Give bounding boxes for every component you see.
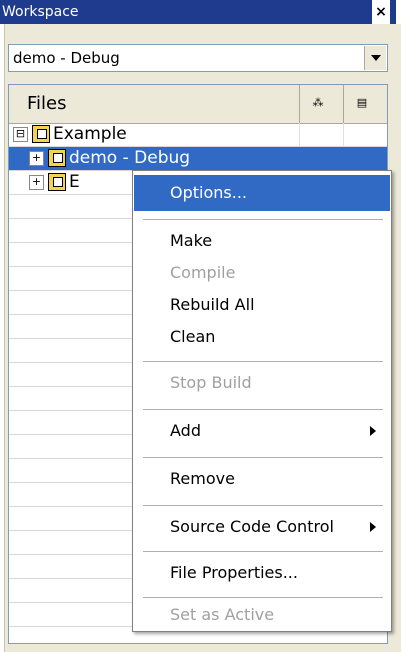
column-divider	[299, 123, 300, 146]
menu-item-compile: Compile	[134, 255, 390, 291]
menu-item-label: Source Code Control	[170, 517, 334, 536]
tree-node-label: Example	[53, 124, 127, 144]
menu-item-source-code-control[interactable]: Source Code Control	[134, 509, 390, 545]
menu-item-set-as-active: Set as Active	[134, 597, 390, 633]
window-title: Workspace	[2, 4, 79, 20]
chevron-down-icon[interactable]	[364, 46, 386, 70]
configuration-value: demo - Debug	[13, 49, 120, 67]
menu-item-label: Stop Build	[170, 373, 252, 392]
collapse-icon[interactable]: ⊟	[13, 126, 28, 142]
menu-item-stop-build: Stop Build	[134, 365, 390, 401]
menu-separator	[143, 361, 383, 362]
tree-node-demo-debug[interactable]: + demo - Debug	[29, 148, 190, 168]
expand-icon[interactable]: +	[29, 174, 44, 190]
project-icon	[48, 149, 66, 167]
menu-item-file-properties[interactable]: File Properties...	[134, 555, 390, 591]
column-options-icon: ▤	[356, 96, 368, 109]
menu-separator	[143, 409, 383, 410]
menu-item-label: Set as Active	[170, 605, 275, 624]
menu-separator	[143, 457, 383, 458]
column-header-options[interactable]: ▤	[343, 85, 381, 123]
menu-item-add[interactable]: Add	[134, 413, 390, 449]
submenu-arrow-icon	[370, 426, 376, 436]
configuration-dropdown[interactable]: demo - Debug	[8, 44, 388, 72]
tree-node-example[interactable]: ⊟ Example	[13, 124, 127, 144]
expand-icon[interactable]: +	[29, 150, 44, 166]
menu-item-rebuild-all[interactable]: Rebuild All	[134, 287, 390, 323]
context-menu: Options... Make Compile Rebuild All Clea…	[132, 170, 392, 632]
menu-item-options[interactable]: Options...	[134, 175, 390, 211]
close-icon[interactable]: ×	[372, 0, 390, 24]
tree-row-selected[interactable]: + demo - Debug	[9, 147, 387, 171]
menu-item-label: Compile	[170, 263, 236, 282]
tree-node-label: E	[69, 172, 80, 192]
menu-separator	[143, 219, 383, 220]
menu-item-clean[interactable]: Clean	[134, 319, 390, 355]
menu-item-make[interactable]: Make	[134, 223, 390, 259]
menu-item-remove[interactable]: Remove	[134, 461, 390, 497]
column-divider	[343, 123, 344, 146]
tree-node-label: demo - Debug	[69, 148, 191, 168]
menu-separator	[143, 551, 383, 552]
project-icon	[32, 125, 50, 143]
files-column-header[interactable]: Files	[27, 93, 67, 114]
tree-row[interactable]: ⊟ Example	[9, 123, 387, 147]
project-icon	[48, 173, 66, 191]
submenu-arrow-icon	[370, 522, 376, 532]
workspace-window: Workspace × demo - Debug Files ⁂ ▤ ⊟ Exam…	[0, 0, 402, 652]
menu-item-label: Add	[170, 421, 201, 440]
tree-node-e[interactable]: + E	[29, 172, 80, 192]
column-status-icon: ⁂	[312, 96, 324, 109]
menu-item-label: Clean	[170, 327, 216, 346]
menu-item-label: Make	[170, 231, 213, 250]
menu-item-label: File Properties...	[170, 563, 298, 582]
window-titlebar[interactable]: Workspace ×	[0, 0, 396, 24]
menu-separator	[143, 505, 383, 506]
menu-item-label: Rebuild All	[170, 295, 255, 314]
column-header-status[interactable]: ⁂	[299, 85, 337, 123]
grid-header: Files ⁂ ▤	[9, 85, 387, 124]
menu-item-label: Remove	[170, 469, 235, 488]
menu-item-label: Options...	[170, 183, 247, 202]
